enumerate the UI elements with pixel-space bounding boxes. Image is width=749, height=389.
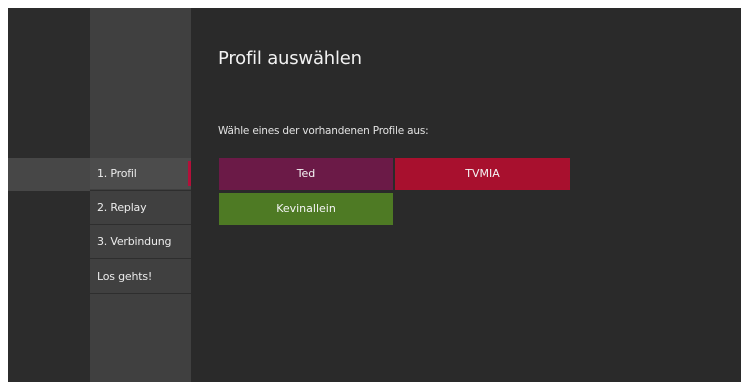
steps-sidebar: 1. Profil 2. Replay 3. Verbindung Los ge… bbox=[90, 8, 191, 382]
step-label: 1. Profil bbox=[97, 167, 137, 180]
profile-tile-ted[interactable]: Ted bbox=[219, 158, 393, 190]
profile-name: Ted bbox=[296, 167, 316, 180]
step-profil[interactable]: 1. Profil bbox=[90, 158, 191, 189]
main-panel: Profil auswählen Wähle eines der vorhand… bbox=[191, 8, 741, 382]
step-label: Los gehts! bbox=[97, 270, 153, 283]
profile-tile-kevinallein[interactable]: Kevinallein bbox=[219, 193, 393, 225]
profile-tile-tvmia[interactable]: TVMIA bbox=[395, 158, 570, 190]
page-title: Profil auswählen bbox=[218, 48, 362, 69]
page-subtitle: Wähle eines der vorhandenen Profile aus: bbox=[218, 125, 429, 137]
profile-name: TVMIA bbox=[465, 167, 500, 180]
step-verbindung[interactable]: 3. Verbindung bbox=[90, 226, 191, 257]
step-label: 3. Verbindung bbox=[97, 235, 172, 248]
divider bbox=[90, 224, 191, 225]
step-replay[interactable]: 2. Replay bbox=[90, 192, 191, 223]
wizard-screen: 1. Profil 2. Replay 3. Verbindung Los ge… bbox=[8, 8, 741, 382]
profile-name: Kevinallein bbox=[276, 202, 336, 215]
selection-band bbox=[8, 158, 90, 191]
left-gutter bbox=[8, 8, 90, 382]
step-label: 2. Replay bbox=[97, 201, 147, 214]
divider bbox=[90, 258, 191, 259]
step-los-gehts[interactable]: Los gehts! bbox=[90, 261, 191, 292]
divider bbox=[90, 293, 191, 294]
divider bbox=[90, 190, 191, 191]
